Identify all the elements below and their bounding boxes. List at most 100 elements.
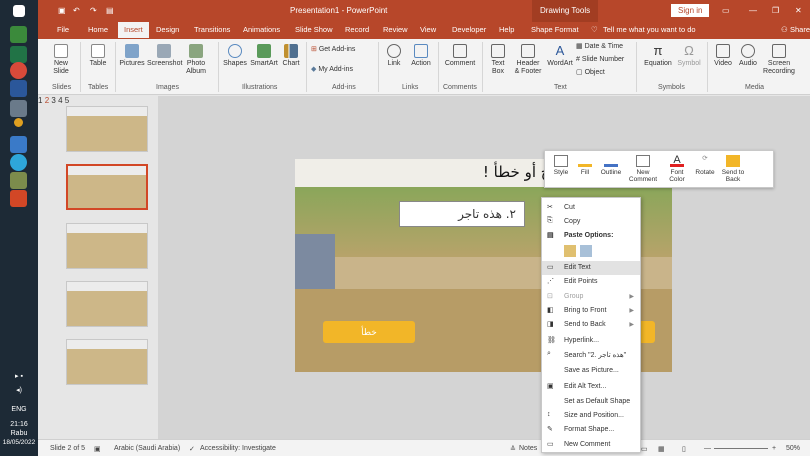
tab-help[interactable]: Help [499, 25, 514, 34]
menu-send-to-back[interactable]: ◨ Send to Back ▶ [542, 318, 640, 332]
tab-transitions[interactable]: Transitions [194, 25, 230, 34]
menu-edit-text[interactable]: ▭ Edit Text [542, 261, 640, 275]
menu-edit-points[interactable]: ⋰ Edit Points [542, 275, 640, 289]
selected-textbox[interactable]: ٢. هذه تاجر [399, 201, 525, 227]
tab-record[interactable]: Record [345, 25, 369, 34]
menu-save-as-picture[interactable]: Save as Picture... [542, 364, 640, 378]
tab-animations[interactable]: Animations [243, 25, 280, 34]
menu-set-default-shape[interactable]: Set as Default Shape [542, 395, 640, 409]
slide-sorter-icon[interactable]: ▦ [658, 445, 665, 453]
new-slide-button[interactable]: New Slide [48, 44, 74, 76]
language-indicator[interactable]: ENG [0, 405, 38, 414]
menu-search[interactable]: ⌕ Search "2. هذه تاجر" [542, 348, 640, 362]
menu-hyperlink[interactable]: ⛓ Hyperlink... [542, 334, 640, 348]
tab-home[interactable]: Home [88, 25, 108, 34]
date-time-button[interactable]: ▦ Date & Time [576, 43, 623, 51]
save-icon[interactable]: ▣ [58, 6, 66, 15]
tab-view[interactable]: View [420, 25, 436, 34]
slide-thumbnail-3[interactable] [66, 223, 148, 269]
accessibility-status[interactable]: Accessibility: Investigate [200, 445, 276, 452]
ribbon-display-icon[interactable]: ▭ [722, 6, 730, 15]
header-footer-button[interactable]: Header & Footer [512, 44, 544, 76]
action-button[interactable]: Action [408, 44, 434, 68]
taskbar-app-icon[interactable] [10, 26, 27, 43]
shapes-button[interactable]: Shapes [222, 44, 248, 68]
share-icon[interactable]: ⚇ [781, 25, 788, 34]
wordart-button[interactable]: A WordArt [546, 44, 574, 68]
rotate-button[interactable]: ⟳ Rotate [693, 155, 717, 176]
menu-edit-alt-text[interactable]: ▣ Edit Alt Text... [542, 380, 640, 394]
video-button[interactable]: Video [711, 44, 735, 68]
get-addins-button[interactable]: ⊞ Get Add-ins [311, 46, 355, 54]
false-answer-button[interactable]: خطأ [323, 321, 415, 343]
menu-new-comment[interactable]: ▭ New Comment [542, 438, 640, 452]
reading-view-icon[interactable]: ▯ [682, 445, 686, 453]
font-color-button[interactable]: A Font Color [665, 155, 689, 184]
maximize-icon[interactable]: ❐ [772, 6, 779, 15]
tab-insert[interactable]: Insert [118, 22, 149, 38]
slide-counter[interactable]: Slide 2 of 5 [50, 445, 85, 452]
menu-size-position[interactable]: ↕ Size and Position... [542, 409, 640, 423]
slide-thumbnails-pane[interactable]: 1 2 3 4 5 [38, 96, 158, 439]
notes-button[interactable]: Notes [519, 445, 537, 452]
tray-icons[interactable]: ▸ ▪ [0, 372, 38, 381]
link-button[interactable]: Link [383, 44, 405, 68]
menu-group[interactable]: ⊡ Group ▶ [542, 290, 640, 304]
normal-view-icon[interactable]: ▭ [641, 445, 648, 453]
volume-icon[interactable]: ◂) [0, 386, 38, 395]
excel-icon[interactable] [10, 46, 27, 63]
style-button[interactable]: Style [549, 155, 573, 176]
word-icon[interactable] [10, 80, 27, 97]
tab-developer[interactable]: Developer [452, 25, 486, 34]
start-icon[interactable] [13, 5, 25, 17]
app-icon[interactable] [10, 100, 27, 117]
paste-keep-icon[interactable] [564, 245, 576, 257]
pictures-button[interactable]: Pictures [118, 44, 146, 68]
photo-album-button[interactable]: Photo Album [182, 44, 210, 76]
telegram-icon[interactable] [10, 154, 27, 171]
screen-recording-button[interactable]: Screen Recording [762, 44, 796, 76]
tell-me-search[interactable]: Tell me what you want to do [603, 25, 696, 34]
tab-design[interactable]: Design [156, 25, 179, 34]
tab-file[interactable]: File [57, 25, 69, 34]
zoom-out-icon[interactable]: — [704, 445, 711, 452]
menu-copy[interactable]: ⎘ Copy [542, 215, 640, 229]
audio-button[interactable]: Audio [736, 44, 760, 68]
table-button[interactable]: Table [86, 44, 110, 68]
chart-button[interactable]: Chart [280, 44, 302, 68]
quick-access-icon[interactable]: ▤ [106, 6, 114, 15]
minimize-icon[interactable]: — [749, 6, 757, 15]
tab-slide-show[interactable]: Slide Show [295, 25, 333, 34]
redo-icon[interactable]: ↷ [90, 6, 97, 15]
paste-picture-icon[interactable] [580, 245, 592, 257]
menu-cut[interactable]: ✂ Cut [542, 201, 640, 215]
screenshot-button[interactable]: Screenshot [147, 44, 182, 68]
object-button[interactable]: ▢ Object [576, 69, 605, 77]
share-button[interactable]: Share [790, 25, 810, 34]
app2-icon[interactable] [10, 172, 27, 189]
tab-review[interactable]: Review [383, 25, 408, 34]
new-comment-button[interactable]: New Comment [628, 155, 658, 183]
sign-in-button[interactable]: Sign in [671, 4, 710, 17]
my-addins-button[interactable]: ◆ My Add-ins [311, 66, 353, 74]
tab-shape-format[interactable]: Shape Format [531, 25, 579, 34]
slide-thumbnail-1[interactable] [66, 106, 148, 152]
outline-button[interactable]: Outline [597, 155, 625, 176]
slide-thumbnail-5[interactable] [66, 339, 148, 385]
clock-time[interactable]: 21:16 [0, 420, 38, 429]
slide-editing-area[interactable]: الجملة التالية صحيح أو خطأ ! ٢. هذه تاجر… [158, 96, 810, 439]
send-to-back-button[interactable]: Send to Back [719, 155, 747, 183]
zoom-in-icon[interactable]: + [772, 445, 776, 452]
text-box-button[interactable]: Text Box [487, 44, 509, 76]
powerpoint-icon[interactable] [10, 190, 27, 207]
equation-button[interactable]: π Equation [640, 44, 676, 68]
fill-button[interactable]: Fill [575, 155, 595, 176]
undo-icon[interactable]: ↶ [73, 6, 80, 15]
language-status[interactable]: Arabic (Saudi Arabia) [114, 445, 180, 452]
slide-thumbnail-4[interactable] [66, 281, 148, 327]
spellcheck-icon[interactable]: ▣ [94, 445, 101, 453]
slide-number-button[interactable]: # Slide Number [576, 56, 624, 64]
menu-format-shape[interactable]: ✎ Format Shape... [542, 423, 640, 437]
edge-icon[interactable] [10, 136, 27, 153]
close-icon[interactable]: ✕ [795, 6, 802, 15]
